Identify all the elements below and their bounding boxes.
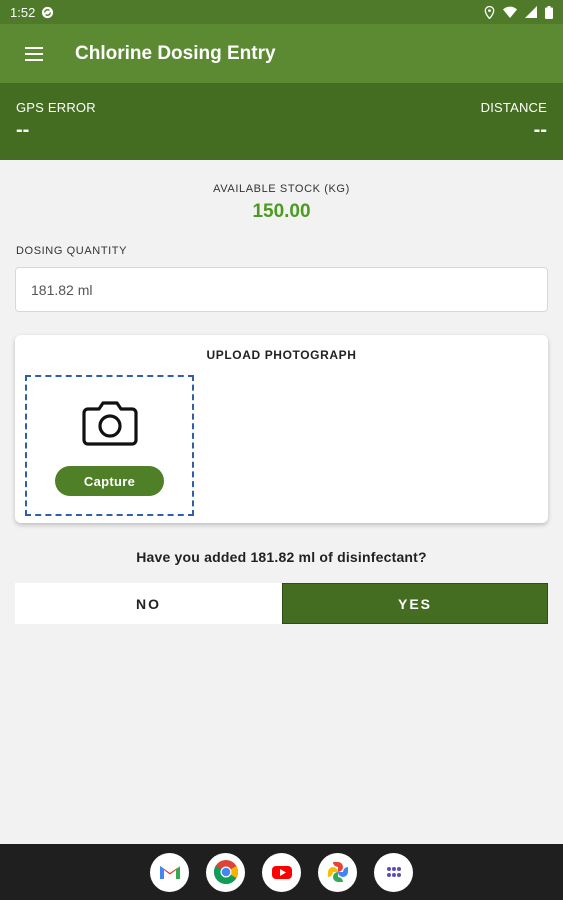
youtube-icon[interactable] xyxy=(262,852,301,892)
gps-error-value: -- xyxy=(16,119,30,141)
dosing-quantity-field[interactable]: 181.82 ml xyxy=(15,267,548,312)
photos-icon[interactable] xyxy=(318,852,357,892)
page-title: Chlorine Dosing Entry xyxy=(75,42,276,64)
available-stock: AVAILABLE STOCK (KG) 150.00 xyxy=(0,183,563,223)
capture-area[interactable]: Capture xyxy=(25,375,194,516)
confirm-choice-row: NO YES xyxy=(15,583,548,624)
capture-button[interactable]: Capture xyxy=(55,466,164,496)
youtube-glyph-icon xyxy=(271,866,292,879)
camera-icon xyxy=(82,401,138,446)
battery-icon xyxy=(545,5,553,19)
signal-icon xyxy=(525,6,537,18)
gmail-glyph-icon xyxy=(159,866,180,879)
upload-photograph-card: UPLOAD PHOTOGRAPH Capture xyxy=(15,335,548,523)
wifi-icon xyxy=(503,6,517,18)
photos-glyph-icon xyxy=(327,862,348,882)
gps-error-section: GPS ERROR -- xyxy=(16,100,96,142)
app-drawer-glyph-icon xyxy=(386,867,401,877)
yes-button[interactable]: YES xyxy=(282,583,548,624)
distance-section: DISTANCE -- xyxy=(481,100,547,142)
gps-info-bar: GPS ERROR -- DISTANCE -- xyxy=(0,83,563,160)
gmail-icon[interactable] xyxy=(150,852,189,892)
confirm-question: Have you added 181.82 ml of disinfectant… xyxy=(136,549,427,565)
upload-photograph-title: UPLOAD PHOTOGRAPH xyxy=(206,348,357,362)
available-stock-value: 150.00 xyxy=(252,201,311,222)
location-icon xyxy=(484,5,495,19)
app-dock xyxy=(0,844,563,900)
distance-label: DISTANCE xyxy=(480,100,547,115)
available-stock-label: AVAILABLE STOCK (KG) xyxy=(213,183,350,195)
distance-value: -- xyxy=(533,119,547,141)
hamburger-menu-icon xyxy=(25,46,43,61)
gps-error-label: GPS ERROR xyxy=(16,100,96,115)
status-time: 1:52 xyxy=(10,4,36,20)
chrome-icon[interactable] xyxy=(206,852,245,892)
chrome-glyph-icon xyxy=(213,860,238,885)
dosing-quantity-label: DOSING QUANTITY xyxy=(16,245,128,257)
sync-icon xyxy=(42,6,54,18)
status-bar: 1:52 xyxy=(0,0,563,24)
dosing-quantity-value: 181.82 ml xyxy=(31,281,93,298)
app-drawer-icon[interactable] xyxy=(374,852,413,892)
no-button[interactable]: NO xyxy=(15,583,282,624)
menu-button[interactable] xyxy=(0,24,70,83)
app-bar: Chlorine Dosing Entry xyxy=(0,24,563,83)
